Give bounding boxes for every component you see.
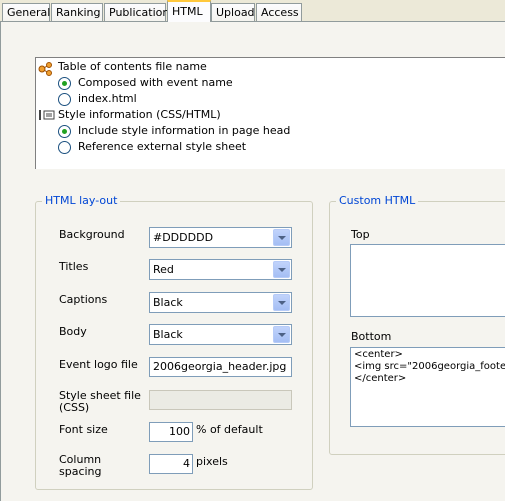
titles-value: Red: [153, 263, 174, 276]
logo-input[interactable]: 2006georgia_header.jpg: [149, 357, 292, 377]
stylesheet-label-line2: (CSS): [59, 401, 90, 414]
radio-include-style[interactable]: [58, 125, 71, 138]
tab-access[interactable]: Access: [256, 3, 302, 22]
stylesheet-label: Style sheet file (CSS): [59, 390, 141, 414]
body-select[interactable]: Black: [149, 324, 292, 345]
titles-select[interactable]: Red: [149, 259, 292, 280]
chevron-down-icon[interactable]: [273, 229, 290, 246]
html-layout-group: HTML lay-out Background #DDDDDD Titles R…: [35, 194, 313, 490]
tab-general[interactable]: General: [2, 3, 50, 22]
tab-general-label: General: [7, 6, 51, 19]
top-textarea[interactable]: [350, 244, 505, 317]
logo-value: 2006georgia_header.jpg: [153, 360, 287, 373]
html-layout-legend: HTML lay-out: [42, 194, 121, 207]
tab-upload-label: Upload: [216, 6, 255, 19]
tab-upload[interactable]: Upload: [211, 3, 255, 22]
captions-select[interactable]: Black: [149, 292, 292, 313]
captions-label: Captions: [59, 293, 108, 306]
logo-label: Event logo file: [59, 358, 138, 371]
tab-ranking-label: Ranking: [56, 6, 101, 19]
toc-label: Table of contents file name: [58, 60, 207, 73]
chevron-down-icon[interactable]: [273, 294, 290, 311]
colspacing-label-line2: spacing: [59, 465, 102, 478]
fontsize-input[interactable]: 100: [149, 422, 193, 442]
chevron-down-icon[interactable]: [273, 326, 290, 343]
bottom-label: Bottom: [351, 330, 392, 343]
colspacing-suffix: pixels: [196, 455, 228, 468]
colspacing-input[interactable]: 4: [149, 454, 193, 474]
toc-icon: [38, 62, 56, 79]
fontsize-value: 100: [169, 425, 190, 438]
stylesheet-input[interactable]: [149, 390, 292, 410]
tab-publication[interactable]: Publication: [104, 3, 170, 22]
chevron-down-icon[interactable]: [273, 261, 290, 278]
style-info-icon: [38, 109, 56, 124]
fontsize-label: Font size: [59, 423, 108, 436]
top-label: Top: [351, 228, 370, 241]
radio-index-html[interactable]: [58, 93, 71, 106]
body-label: Body: [59, 325, 87, 338]
custom-html-legend: Custom HTML: [336, 194, 419, 207]
tab-html-label: HTML: [172, 5, 203, 18]
radio-composed-event-name[interactable]: [58, 77, 71, 90]
html-tab-panel: Table of contents file name Composed wit…: [0, 21, 505, 501]
index-html-label[interactable]: index.html: [78, 92, 137, 105]
tab-access-label: Access: [261, 6, 299, 19]
background-value: #DDDDDD: [153, 231, 214, 244]
tab-html[interactable]: HTML: [167, 0, 211, 22]
options-tree: Table of contents file name Composed wit…: [35, 57, 505, 169]
background-label: Background: [59, 228, 125, 241]
external-stylesheet-label[interactable]: Reference external style sheet: [78, 140, 246, 153]
custom-html-group: Custom HTML Top Bottom <center> <img src…: [329, 194, 505, 455]
style-info-label: Style information (CSS/HTML): [58, 108, 221, 121]
tab-ranking[interactable]: Ranking: [51, 3, 103, 22]
colspacing-label: Column spacing: [59, 454, 102, 478]
background-select[interactable]: #DDDDDD: [149, 227, 292, 248]
radio-external-stylesheet[interactable]: [58, 141, 71, 154]
composed-event-name-label[interactable]: Composed with event name: [78, 76, 233, 89]
tab-strip: General Ranking Publication HTML Upload …: [0, 0, 505, 22]
include-style-label[interactable]: Include style information in page head: [78, 124, 290, 137]
bottom-textarea[interactable]: <center> <img src="2006georgia_footer.jp…: [350, 347, 505, 427]
fontsize-suffix: % of default: [196, 423, 263, 436]
body-value: Black: [153, 328, 183, 341]
captions-value: Black: [153, 296, 183, 309]
tab-publication-label: Publication: [109, 6, 170, 19]
colspacing-value: 4: [183, 457, 190, 470]
titles-label: Titles: [59, 260, 89, 273]
